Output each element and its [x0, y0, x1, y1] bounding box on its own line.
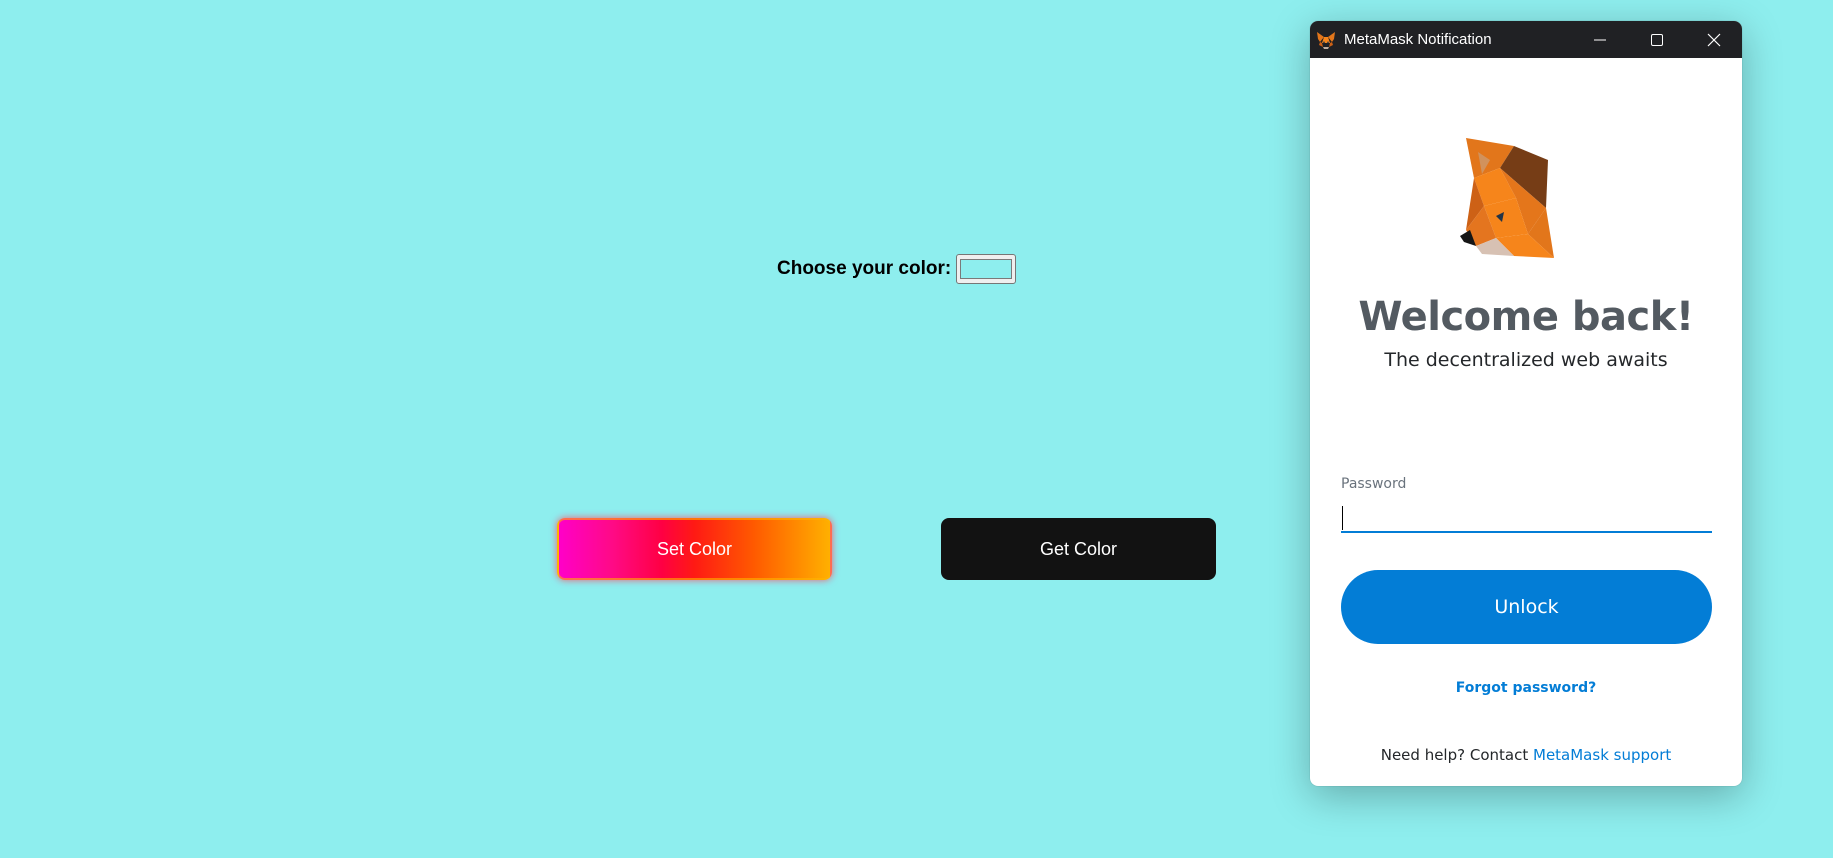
password-input[interactable] — [1341, 499, 1712, 533]
get-color-button[interactable]: Get Color — [941, 518, 1216, 580]
text-caret — [1342, 506, 1343, 530]
color-chooser: Choose your color: — [777, 254, 1017, 284]
unlock-button[interactable]: Unlock — [1341, 570, 1712, 644]
forgot-password-link[interactable]: Forgot password? — [1310, 680, 1742, 696]
help-text: Need help? Contact MetaMask support — [1310, 746, 1742, 764]
welcome-tagline: The decentralized web awaits — [1384, 349, 1668, 371]
metamask-notification-window: MetaMask Notification Welcome back! The … — [1310, 21, 1742, 786]
color-chooser-label: Choose your color: — [777, 258, 952, 279]
metamask-fox-icon — [1317, 31, 1335, 49]
metamask-support-link[interactable]: MetaMask support — [1533, 746, 1671, 764]
set-color-button[interactable]: Set Color — [557, 518, 832, 580]
color-swatch — [960, 259, 1013, 279]
welcome-title: Welcome back! — [1358, 294, 1694, 340]
close-button[interactable] — [1685, 21, 1742, 58]
window-controls — [1571, 21, 1742, 58]
window-title: MetaMask Notification — [1344, 31, 1492, 48]
minimize-icon — [1593, 39, 1606, 40]
maximize-button[interactable] — [1628, 21, 1685, 58]
window-titlebar[interactable]: MetaMask Notification — [1310, 21, 1742, 58]
password-label: Password — [1341, 476, 1407, 492]
metamask-fox-logo-icon — [1460, 138, 1554, 258]
maximize-icon — [1650, 33, 1663, 46]
unlock-page: Welcome back! The decentralized web awai… — [1310, 58, 1742, 786]
color-picker-input[interactable] — [956, 254, 1017, 284]
help-prefix: Need help? Contact — [1380, 746, 1529, 764]
minimize-button[interactable] — [1571, 21, 1628, 58]
close-icon — [1707, 33, 1720, 46]
